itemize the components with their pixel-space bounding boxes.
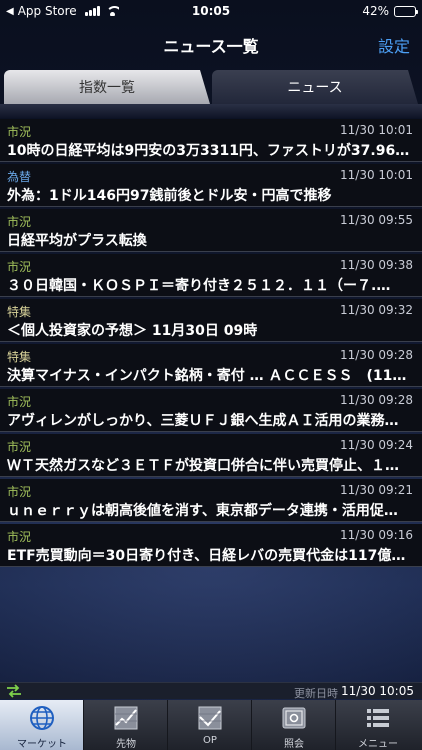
tabbar-menu[interactable]: メニュー (336, 700, 422, 750)
tab-divider (0, 104, 422, 118)
tabbar-op-label: OP (203, 735, 217, 746)
news-category: 市況 (7, 215, 32, 229)
news-category: 市況 (7, 260, 32, 274)
news-headline: 外為：1ドル146円97銭前後とドル安・円高で推移 (7, 188, 332, 204)
tabbar-inquiry-label: 照会 (284, 739, 304, 750)
news-category: 市況 (7, 485, 32, 499)
news-item[interactable]: 為替 11/30 10:01 外為：1ドル146円97銭前後とドル安・円高で推移 (0, 164, 422, 207)
tab-news-label: ニュース (287, 80, 343, 96)
tabbar-market[interactable]: マーケット (0, 700, 84, 750)
bottom-tab-bar: マーケット 先物 OP 照会 メニュー (0, 700, 422, 750)
news-category: 市況 (7, 530, 32, 544)
news-headline: 決算マイナス・インパクト銘柄・寄付 … ＡＣＣＥＳＳ (11… (7, 368, 407, 384)
battery-percent: 42% (362, 4, 389, 18)
news-category: 特集 (7, 350, 32, 364)
update-bar: 更新日時 11/30 10:05 (0, 682, 422, 700)
safe-icon (282, 707, 306, 729)
nav-bar: ニュース一覧 設定 (0, 22, 422, 66)
news-timestamp: 11/30 09:16 (340, 528, 413, 542)
tabbar-op[interactable]: OP (168, 700, 252, 750)
news-timestamp: 11/30 09:28 (340, 348, 413, 362)
globe-icon (30, 706, 54, 730)
status-time: 10:05 (191, 4, 231, 18)
news-category: 市況 (7, 395, 32, 409)
news-timestamp: 11/30 09:28 (340, 393, 413, 407)
news-headline: 日経平均がプラス転換 (7, 233, 147, 249)
news-item[interactable]: 市況 11/30 10:01 10時の日経平均は9円安の3万3311円、ファストリが… (0, 119, 422, 162)
news-headline: 10時の日経平均は9円安の3万3311円、ファストリが37.96… (7, 143, 410, 159)
news-item[interactable]: 市況 11/30 09:24 ＷＴ天然ガスなど３ＥＴＦが投資口併合に伴い売買停止、１… (0, 434, 422, 477)
update-time-label: 更新日時 (294, 687, 338, 700)
tabbar-futures[interactable]: 先物 (84, 700, 168, 750)
tabbar-inquiry[interactable]: 照会 (252, 700, 336, 750)
segment-tabs: 指数一覧 ニュース (0, 70, 422, 104)
news-timestamp: 11/30 09:38 (340, 258, 413, 272)
news-timestamp: 11/30 09:21 (340, 483, 413, 497)
news-headline: ＷＴ天然ガスなど３ＥＴＦが投資口併合に伴い売買停止、１… (7, 458, 399, 474)
news-category: 為替 (7, 170, 32, 184)
news-timestamp: 11/30 09:32 (340, 303, 413, 317)
news-item[interactable]: 市況 11/30 09:16 ETF売買動向＝30日寄り付き、日経レバの売買代金は1… (0, 524, 422, 567)
news-item[interactable]: 特集 11/30 09:28 決算マイナス・インパクト銘柄・寄付 … ＡＣＣＥＳＳ … (0, 344, 422, 387)
settings-button[interactable]: 設定 (378, 33, 410, 57)
news-headline: ＜個人投資家の予想＞ 11月30日 09時 (7, 323, 258, 339)
tabbar-market-label: マーケット (17, 739, 67, 750)
news-item[interactable]: 市況 11/30 09:28 アヴィレンがしっかり、三菱ＵＦＪ銀へ生成ＡＩ活用の業務… (0, 389, 422, 432)
menu-list-icon (367, 709, 389, 727)
status-bar: ◀ App Store 10:05 42% (0, 0, 422, 22)
news-item[interactable]: 市況 11/30 09:55 日経平均がプラス転換 (0, 209, 422, 252)
tabbar-futures-label: 先物 (116, 739, 136, 750)
news-timestamp: 11/30 09:55 (340, 213, 413, 227)
news-category: 市況 (7, 125, 32, 139)
battery-icon (394, 5, 418, 17)
news-item[interactable]: 市況 11/30 09:21 ｕｎｅｒｒｙは朝高後値を消す、東京都データ連携・活用促… (0, 479, 422, 522)
options-chart-icon (198, 706, 222, 730)
page-title: ニュース一覧 (163, 37, 259, 56)
news-timestamp: 11/30 09:24 (340, 438, 413, 452)
news-list: 市況 11/30 10:01 10時の日経平均は9円安の3万3311円、ファストリが… (0, 119, 422, 572)
tabbar-menu-label: メニュー (358, 739, 398, 750)
news-category: 特集 (7, 305, 32, 319)
news-headline: アヴィレンがしっかり、三菱ＵＦＪ銀へ生成ＡＩ活用の業務… (7, 413, 399, 429)
news-headline: ｕｎｅｒｒｙは朝高後値を消す、東京都データ連携・活用促… (7, 503, 398, 519)
news-timestamp: 11/30 10:01 (340, 123, 413, 137)
tab-index-list-label: 指数一覧 (79, 80, 135, 96)
futures-chart-icon (114, 706, 138, 730)
refresh-arrows-icon[interactable] (5, 684, 23, 698)
news-headline: ETF売買動向＝30日寄り付き、日経レバの売買代金は117億… (7, 548, 406, 564)
news-category: 市況 (7, 440, 32, 454)
tab-news[interactable]: ニュース (212, 70, 418, 104)
tab-index-list[interactable]: 指数一覧 (4, 70, 210, 104)
battery-status: 42% (362, 4, 418, 18)
news-headline: ３０日韓国・ＫＯＳＰＩ＝寄り付き２５１２．１１（ー７.… (7, 278, 391, 294)
news-timestamp: 11/30 10:01 (340, 168, 413, 182)
news-item[interactable]: 特集 11/30 09:32 ＜個人投資家の予想＞ 11月30日 09時 (0, 299, 422, 342)
update-time-value: 11/30 10:05 (341, 684, 414, 698)
news-item[interactable]: 市況 11/30 09:38 ３０日韓国・ＫＯＳＰＩ＝寄り付き２５１２．１１（ー７.… (0, 254, 422, 297)
